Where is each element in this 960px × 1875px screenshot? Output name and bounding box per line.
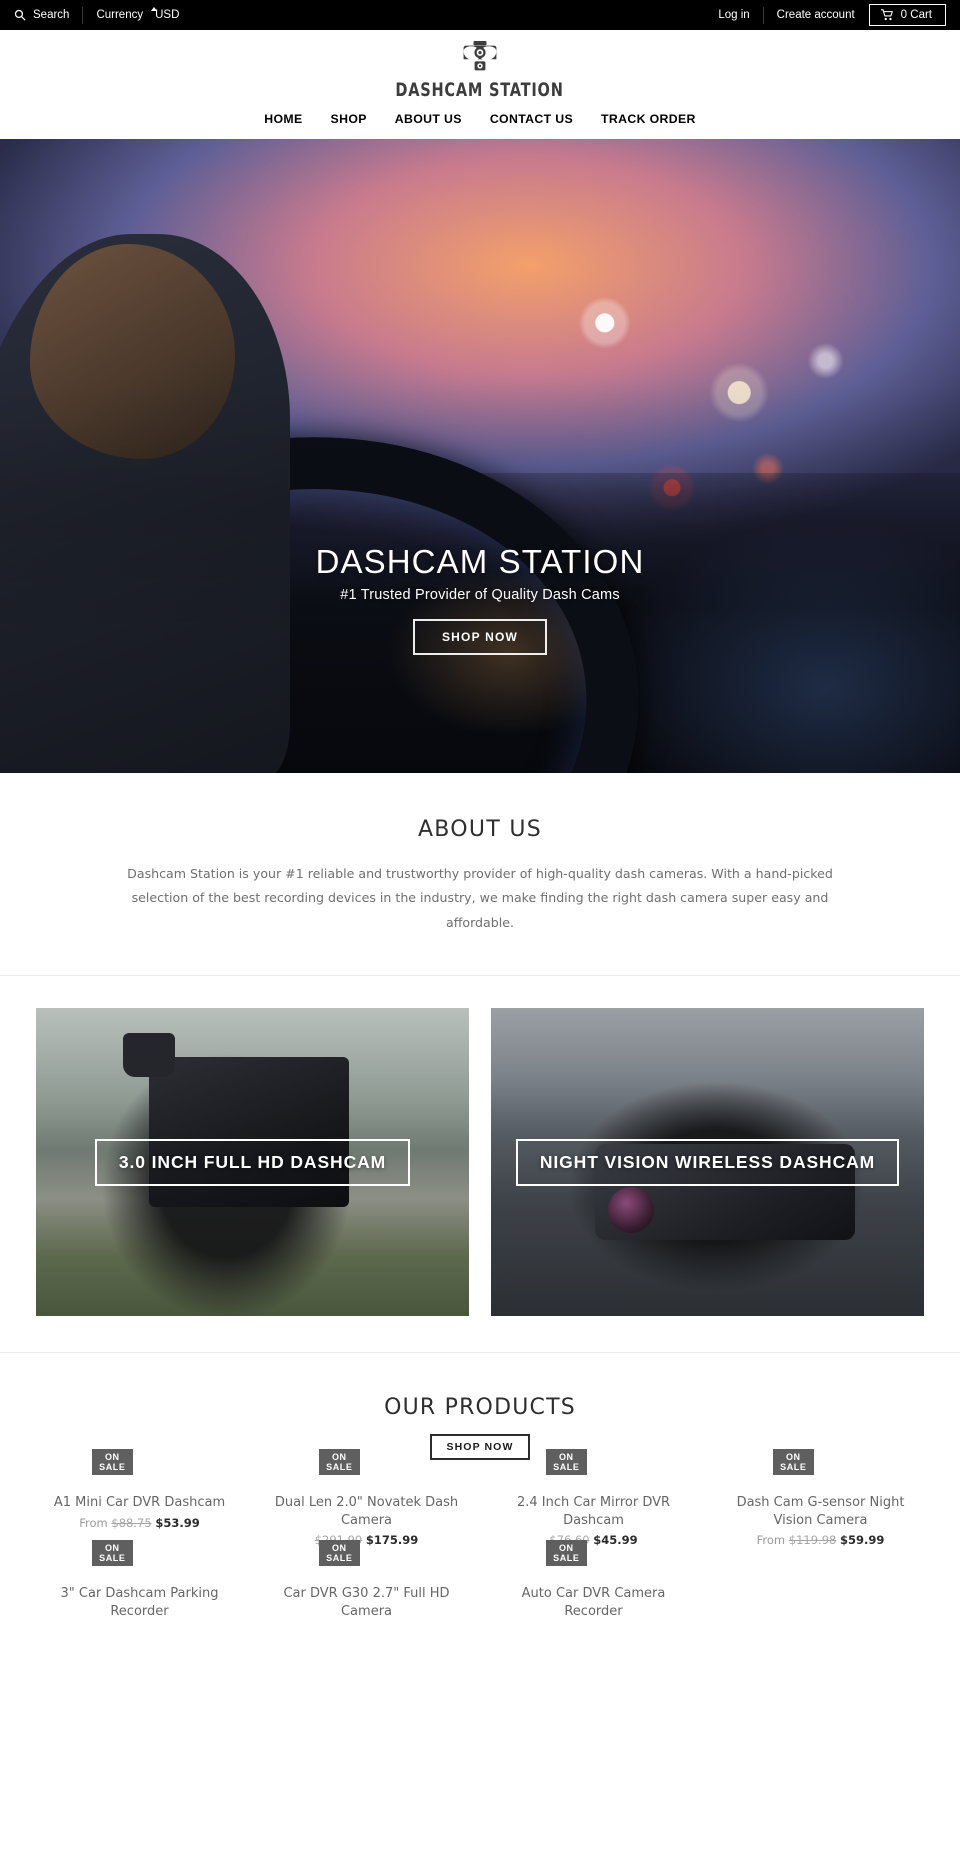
product-card[interactable]: ON SALE Auto Car DVR Camera Recorder [480, 1540, 707, 1650]
nav-item-track-order[interactable]: TRACK ORDER [601, 112, 696, 126]
nav-item-contact-us[interactable]: CONTACT US [490, 112, 573, 126]
hero-subtitle: #1 Trusted Provider of Quality Dash Cams [340, 586, 620, 603]
cart-label: 0 Cart [900, 9, 932, 21]
hero-banner: DASHCAM STATION #1 Trusted Provider of Q… [0, 138, 960, 773]
product-card[interactable]: ON SALE Dash Cam G-sensor Night Vision C… [707, 1449, 934, 1573]
cart-button[interactable]: 0 Cart [868, 4, 946, 26]
topbar-left-group: Search Currency USD [14, 6, 181, 24]
collection-card-full-hd-dashcam[interactable]: 3.0 INCH FULL HD DASHCAM [36, 1008, 469, 1317]
hero-overlay [0, 138, 960, 773]
price-sale: $53.99 [155, 1515, 200, 1530]
product-title: Auto Car DVR Camera Recorder [521, 1586, 666, 1619]
product-title: A1 Mini Car DVR Dashcam [53, 1495, 226, 1511]
product-card[interactable]: ON SALE Car DVR G30 2.7" Full HD Camera [253, 1540, 480, 1650]
product-price: From $119.98 $59.99 [717, 1533, 924, 1547]
topbar-divider [82, 6, 84, 24]
dashcam-camera-logo-icon [390, 40, 569, 81]
products-section: OUR PRODUCTS SHOP NOW ON SALE A1 Mini Ca… [0, 1353, 960, 1651]
collection-banners: 3.0 INCH FULL HD DASHCAM NIGHT VISION WI… [0, 976, 960, 1354]
nav-item-home[interactable]: HOME [264, 112, 302, 126]
status-badge: ON SALE [92, 1449, 133, 1476]
main-navigation: HOME SHOP ABOUT US CONTACT US TRACK ORDE… [0, 101, 960, 139]
top-utility-bar: Search Currency USD Log in Create accoun… [0, 0, 960, 30]
products-shop-now-button[interactable]: SHOP NOW [429, 1434, 531, 1461]
logo-link[interactable]: DASHCAM STATION [390, 40, 569, 102]
price-from-label: From [79, 1515, 108, 1530]
currency-select[interactable]: USD [155, 9, 181, 21]
collection-card-night-vision-dashcam[interactable]: NIGHT VISION WIRELESS DASHCAM [491, 1008, 924, 1317]
product-card[interactable]: ON SALE A1 Mini Car DVR Dashcam From $88… [26, 1449, 253, 1573]
site-header: DASHCAM STATION [0, 30, 960, 102]
product-price: $76.60 $45.99 [490, 1533, 697, 1547]
status-badge: ON SALE [319, 1540, 360, 1567]
product-card[interactable]: ON SALE 3" Car Dashcam Parking Recorder [26, 1540, 253, 1650]
price-sale: $175.99 [365, 1533, 419, 1548]
about-section: ABOUT US Dashcam Station is your #1 reli… [0, 772, 960, 977]
status-badge: ON SALE [546, 1449, 587, 1476]
product-price: From $88.75 $53.99 [36, 1516, 243, 1530]
search-label: Search [33, 9, 70, 21]
currency-group: Currency USD [96, 7, 181, 21]
price-sale: $45.99 [593, 1533, 638, 1548]
about-heading: ABOUT US [417, 816, 543, 842]
collection-label: NIGHT VISION WIRELESS DASHCAM [515, 1138, 900, 1186]
topbar-right-group: Log in Create account 0 Cart [718, 4, 946, 26]
status-badge: ON SALE [92, 1540, 133, 1567]
topbar-divider-2 [762, 6, 764, 24]
price-compare-at: $88.75 [111, 1515, 152, 1530]
shopping-cart-icon [880, 9, 894, 21]
product-card[interactable]: ON SALE 2.4 Inch Car Mirror DVR Dashcam … [480, 1449, 707, 1573]
hero-title: DASHCAM STATION [315, 542, 645, 580]
product-card[interactable]: ON SALE Dual Len 2.0" Novatek Dash Camer… [253, 1449, 480, 1573]
product-title: 2.4 Inch Car Mirror DVR Dashcam [516, 1495, 671, 1528]
about-body: Dashcam Station is your #1 reliable and … [127, 865, 833, 930]
hero-content: DASHCAM STATION #1 Trusted Provider of Q… [0, 543, 960, 655]
hero-shop-now-button[interactable]: SHOP NOW [412, 618, 548, 655]
product-title: Dash Cam G-sensor Night Vision Camera [736, 1495, 905, 1528]
create-account-link[interactable]: Create account [777, 9, 855, 21]
search-link[interactable]: Search [14, 9, 69, 21]
nav-item-shop[interactable]: SHOP [331, 112, 367, 126]
status-badge: ON SALE [319, 1449, 360, 1476]
collection-label: 3.0 INCH FULL HD DASHCAM [94, 1138, 411, 1186]
search-icon [14, 9, 26, 21]
products-heading: OUR PRODUCTS [384, 1395, 576, 1421]
price-compare-at: $119.98 [788, 1533, 837, 1548]
nav-item-about-us[interactable]: ABOUT US [395, 112, 462, 126]
login-link[interactable]: Log in [718, 9, 749, 21]
product-title: Car DVR G30 2.7" Full HD Camera [283, 1586, 450, 1619]
currency-label: Currency [96, 9, 144, 21]
product-grid: ON SALE A1 Mini Car DVR Dashcam From $88… [0, 1449, 960, 1650]
status-badge: ON SALE [773, 1449, 814, 1476]
chevron-up-icon [151, 7, 158, 11]
product-price: $291.90 $175.99 [263, 1533, 470, 1547]
logo-wordmark: DASHCAM STATION [395, 79, 565, 101]
price-sale: $59.99 [839, 1533, 885, 1548]
product-title: Dual Len 2.0" Novatek Dash Camera [274, 1495, 459, 1528]
currency-select-wrap[interactable]: USD [147, 7, 181, 21]
status-badge: ON SALE [546, 1540, 587, 1567]
price-from-label: From [756, 1533, 786, 1548]
product-title: 3" Car Dashcam Parking Recorder [60, 1586, 219, 1619]
